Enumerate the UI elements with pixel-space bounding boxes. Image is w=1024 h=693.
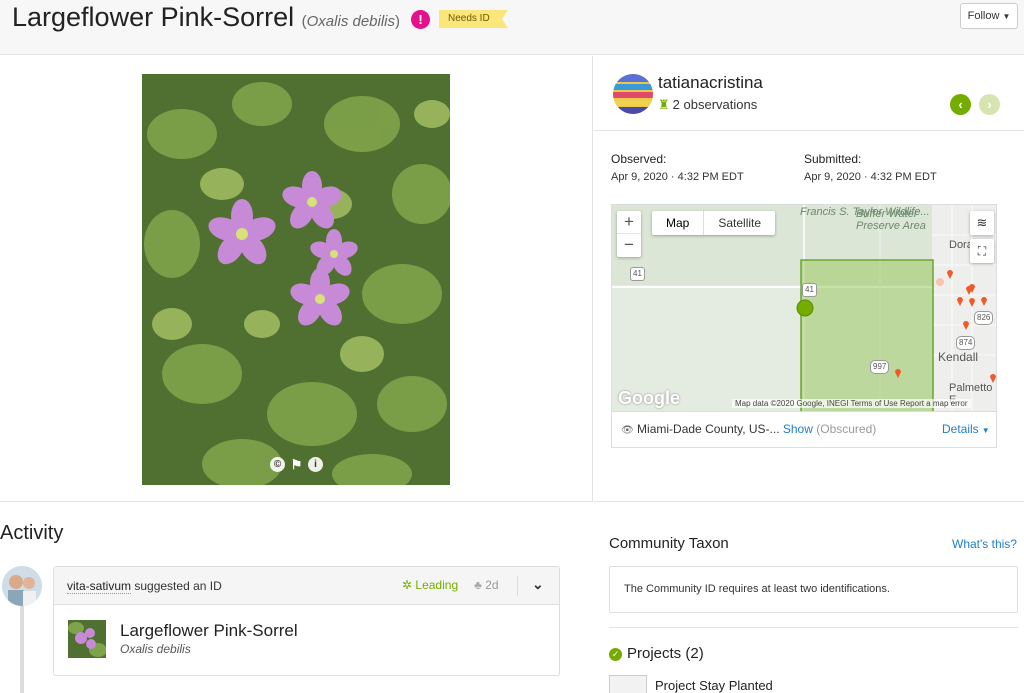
photo-actions: © ⚑ i xyxy=(270,457,323,472)
road-shield-41b: 41 xyxy=(802,283,817,297)
map-canvas xyxy=(612,205,996,411)
activity-timeline xyxy=(20,604,24,693)
google-logo: Google xyxy=(618,388,680,408)
identifier-photo xyxy=(2,566,42,606)
page-title: Largeflower Pink-Sorrel (Oxalis debilis) xyxy=(12,2,401,32)
obscured-label: (Obscured) xyxy=(816,422,877,436)
road-shield-997: 997 xyxy=(870,360,890,374)
observed-date: Apr 9, 2020 · 4:32 PM EDT xyxy=(611,171,744,183)
photo-illustration xyxy=(142,74,450,485)
caret-down-icon: ▼ xyxy=(1002,12,1011,21)
user-avatar[interactable] xyxy=(613,74,653,114)
projects-heading[interactable]: ✓ Projects (2) xyxy=(609,645,704,662)
project-name[interactable]: Project Stay Planted xyxy=(655,678,773,693)
obscured-eye-icon: 👁 xyxy=(621,425,634,436)
project-icon[interactable] xyxy=(609,675,647,693)
map-label-buffer: Buffer Water Preserve Area xyxy=(856,208,926,232)
divider xyxy=(609,627,1018,628)
identification-action: suggested an ID xyxy=(134,579,222,593)
observation-photo[interactable] xyxy=(142,74,450,485)
caret-down-icon: ▼ xyxy=(981,426,990,435)
next-observation-button[interactable]: › xyxy=(979,94,1000,115)
identification-card: vita-sativum suggested an ID ✲ Leading ♣… xyxy=(53,566,560,676)
map-label-kendall: Kendall xyxy=(938,350,979,364)
sprout-icon: ♣ xyxy=(474,578,482,592)
whats-this-link[interactable]: What's this? xyxy=(952,537,1017,551)
identifier-username[interactable]: vita-sativum xyxy=(67,579,132,594)
submitted-date: Apr 9, 2020 · 4:32 PM EDT xyxy=(804,171,937,183)
flag-icon[interactable]: ⚑ xyxy=(289,457,304,472)
zoom-out-button[interactable]: − xyxy=(617,234,641,257)
observation-side-panel: tatianacristina ♜ 2 observations ‹ › Obse… xyxy=(594,56,1024,502)
copyright-icon[interactable]: © xyxy=(270,457,285,472)
road-shield-826: 826 xyxy=(974,311,994,325)
leading-icon: ✲ xyxy=(402,578,413,592)
identifier-avatar[interactable] xyxy=(2,566,42,606)
taxon-scientific-name[interactable]: Oxalis debilis xyxy=(120,642,191,656)
page-header: Largeflower Pink-Sorrel (Oxalis debilis)… xyxy=(0,0,1024,55)
road-shield-874: 874 xyxy=(956,336,976,350)
submitted-label: Submitted: xyxy=(804,152,862,166)
map-type-satellite[interactable]: Satellite xyxy=(704,211,775,235)
alert-icon[interactable]: ! xyxy=(411,10,430,29)
fullscreen-icon[interactable]: ⛶ xyxy=(970,239,994,263)
place-guess: 👁 Miami-Dade County, US-... Show (Obscur… xyxy=(621,422,877,436)
chevron-down-icon[interactable]: ⌄ xyxy=(532,576,544,593)
details-dropdown[interactable]: Details ▼ xyxy=(942,422,990,436)
map-zoom-controls: + − xyxy=(617,211,641,257)
observation-count[interactable]: ♜ 2 observations xyxy=(658,97,757,113)
identification-age: ♣ 2d xyxy=(474,578,499,592)
check-icon: ✓ xyxy=(609,648,622,661)
layers-icon[interactable]: ≋ xyxy=(970,211,994,235)
scientific-name[interactable]: Oxalis debilis xyxy=(307,13,395,30)
divider xyxy=(517,576,518,596)
map-footer: 👁 Miami-Dade County, US-... Show (Obscur… xyxy=(611,412,997,448)
observer-username[interactable]: tatianacristina xyxy=(658,73,763,93)
leading-badge: ✲ Leading xyxy=(402,578,459,592)
follow-button[interactable]: Follow ▼ xyxy=(960,3,1018,29)
quality-grade-badge: Needs ID xyxy=(439,10,508,28)
identification-header: vita-sativum suggested an ID ✲ Leading ♣… xyxy=(54,567,559,605)
map-attribution[interactable]: Map data ©2020 Google, INEGI Terms of Us… xyxy=(732,399,971,408)
taxon-common-name[interactable]: Largeflower Pink-Sorrel xyxy=(120,621,298,641)
show-location-link[interactable]: Show xyxy=(783,422,813,436)
observed-label: Observed: xyxy=(611,152,667,166)
info-icon[interactable]: i xyxy=(308,457,323,472)
zoom-in-button[interactable]: + xyxy=(617,211,641,234)
community-taxon-heading: Community Taxon xyxy=(609,535,729,552)
map-type-map[interactable]: Map xyxy=(652,211,705,235)
taxon-thumb-image xyxy=(68,620,106,658)
road-shield-41: 41 xyxy=(630,267,645,281)
community-taxon-message: The Community ID requires at least two i… xyxy=(624,583,890,595)
previous-observation-button[interactable]: ‹ xyxy=(950,94,971,115)
avatar-pattern xyxy=(613,74,653,114)
taxon-thumbnail[interactable] xyxy=(68,620,106,658)
binoculars-icon: ♜ xyxy=(658,97,670,112)
activity-heading: Activity xyxy=(0,522,64,544)
common-name: Largeflower Pink-Sorrel xyxy=(12,2,295,32)
location-map[interactable]: Francis S. Taylor Wildlife... Buffer Wat… xyxy=(611,204,997,412)
photo-panel: © ⚑ i xyxy=(0,56,593,502)
map-type-toggle: Map Satellite xyxy=(652,211,776,235)
community-taxon-box: The Community ID requires at least two i… xyxy=(609,566,1018,613)
divider xyxy=(594,130,1024,131)
